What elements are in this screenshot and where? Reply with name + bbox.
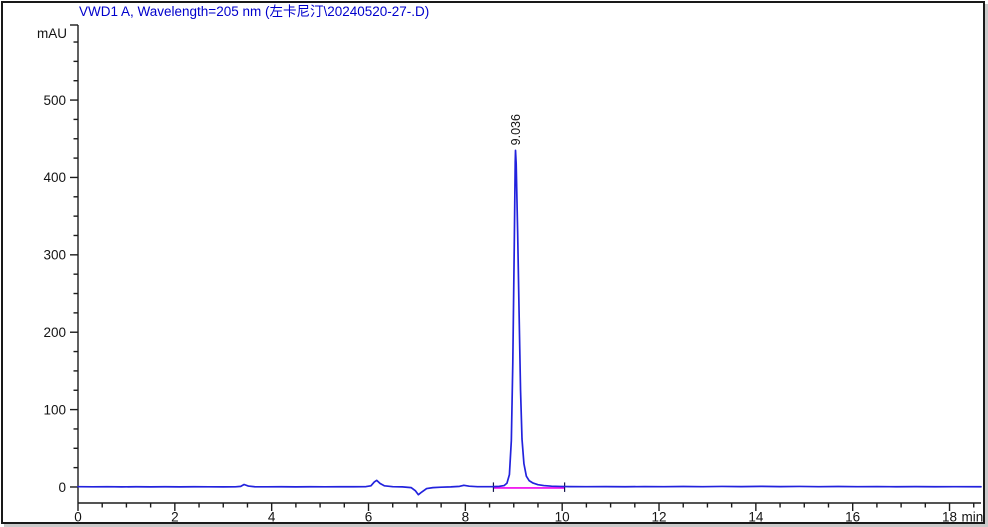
chromatogram-window: VWD1 A, Wavelength=205 nm (左卡尼汀\20240520… <box>0 0 988 527</box>
x-axis-unit-label: min <box>962 510 983 523</box>
peak-retention-time-label: 9.036 <box>509 114 523 145</box>
signal-trace-group <box>78 150 981 494</box>
x-tick-label: 6 <box>365 510 373 523</box>
y-tick-label: 500 <box>43 93 66 108</box>
x-tick-label: 8 <box>462 510 470 523</box>
integration-baseline-group <box>493 482 564 492</box>
chromatogram-trace <box>78 150 981 494</box>
y-tick-label: 100 <box>43 402 66 417</box>
y-tick-label: 400 <box>43 170 66 185</box>
x-tick-label: 12 <box>652 510 667 523</box>
x-tick-label: 14 <box>748 510 764 523</box>
x-tick-label: 10 <box>555 510 570 523</box>
peak-labels-group: 9.036 <box>509 114 523 145</box>
y-axis-unit-label: mAU <box>37 26 67 41</box>
x-axis-ticks: 0 2 4 6 8 10 12 14 16 18 <box>74 503 973 522</box>
x-tick-label: 4 <box>268 510 276 523</box>
chart-frame: VWD1 A, Wavelength=205 nm (左卡尼汀\20240520… <box>1 1 985 524</box>
axes <box>70 25 981 503</box>
x-tick-label: 2 <box>171 510 179 523</box>
y-tick-label: 200 <box>43 325 66 340</box>
y-tick-label: 0 <box>58 480 66 495</box>
chromatogram-plot: mAU 0 100 200 300 400 500 0 2 4 6 8 10 12 14 16 18 min… <box>3 3 983 522</box>
y-axis-ticks: 0 100 200 300 400 500 <box>43 42 78 495</box>
x-tick-label: 16 <box>845 510 860 523</box>
y-tick-label: 300 <box>43 248 66 263</box>
x-tick-label: 18 <box>942 510 957 523</box>
x-tick-label: 0 <box>74 510 82 523</box>
chart-title: VWD1 A, Wavelength=205 nm (左卡尼汀\20240520… <box>79 4 429 20</box>
